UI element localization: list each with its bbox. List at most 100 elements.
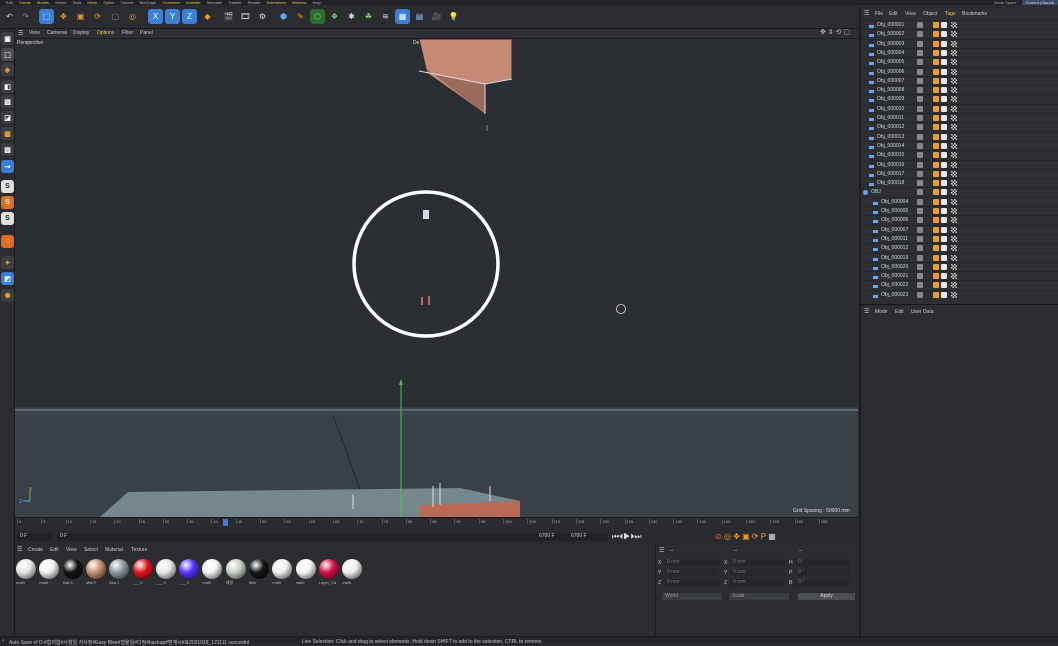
scale-icon[interactable]: ▣ [73,9,88,24]
autokey-icon[interactable]: ◎ ✥ ▣ ⟳ P [724,532,766,541]
light-icon[interactable]: 💡 [446,9,461,24]
visibility-toggle-icon[interactable] [917,133,923,140]
rotate-icon[interactable]: ⟳ [90,9,105,24]
visibility-toggle-icon[interactable] [917,40,923,47]
object-mode-icon[interactable]: ▧ [1,95,14,108]
obj-menu-tags[interactable]: Tags [945,11,956,17]
obj-menu-object[interactable]: Object [923,11,937,17]
material-tag-icon[interactable] [941,161,947,168]
texture-tag-icon[interactable] [951,124,957,131]
material-tag-icon[interactable] [941,142,947,149]
material-tag-icon[interactable] [941,198,947,205]
phong-tag-icon[interactable] [933,217,939,224]
current-frame-field[interactable]: 0 F [17,533,52,541]
phong-tag-icon[interactable] [933,291,939,298]
phong-tag-icon[interactable] [933,282,939,289]
texture-tag-icon[interactable] [951,208,957,214]
visibility-toggle-icon[interactable] [917,115,923,121]
material-tag-icon[interactable] [941,263,947,270]
mat-menu-select[interactable]: Select [84,547,98,553]
object-name[interactable]: Obj_000013 [877,134,904,140]
phong-tag-icon[interactable] [933,208,939,214]
phong-tag-icon[interactable] [933,142,939,149]
solo-icon[interactable]: S [1,212,14,225]
object-row[interactable]: Obj_000004 [861,47,1058,57]
texture-tag-icon[interactable] [951,152,957,159]
pen-spline-icon[interactable]: ✎ [293,9,308,24]
object-row[interactable]: Obj_000002 [861,29,1058,38]
object-name[interactable]: Obj_000017 [877,171,904,177]
visibility-toggle-icon[interactable] [917,170,923,177]
visibility-toggle-icon[interactable] [917,87,923,94]
material-tag-icon[interactable] [941,49,947,56]
viewport-hamburger-icon[interactable]: ☰ [18,30,23,37]
visibility-toggle-icon[interactable] [917,124,923,131]
phong-tag-icon[interactable] [933,273,939,280]
timeline-ruler[interactable]: 0 5 10 15 20 25 30 35 40 45 50 55 60 65 70 75 80 85 90 95 10… [15,519,858,527]
object-name[interactable]: Obj_000023 [881,292,908,298]
object-name[interactable]: Obj_000003 [877,41,904,47]
record-icon[interactable]: ⊘ [715,532,722,541]
texture-tag-icon[interactable] [951,22,957,28]
start-frame-field[interactable]: 0 F [57,533,577,541]
camera-icon[interactable]: 🎥 [429,9,444,24]
apply-button[interactable]: Apply [798,593,855,600]
coord-value-field[interactable]: 0 ° [795,569,850,576]
object-name[interactable]: Obj_000004 [881,199,908,205]
texture-tag-icon[interactable] [951,77,957,84]
material-hamburger-icon[interactable]: ☰ [17,546,22,553]
material-swatch[interactable]: Mat [249,559,270,586]
coord-value-field[interactable]: 0 mm [664,569,719,576]
phong-tag-icon[interactable] [933,226,939,233]
object-name[interactable]: Obj_000015 [877,152,904,158]
coord-mode-dropdown[interactable]: Scale [729,593,789,600]
object-row[interactable]: Obj_000014 [861,140,1058,150]
visibility-toggle-icon[interactable] [917,189,923,196]
visibility-toggle-icon[interactable] [917,31,923,38]
object-name[interactable]: Obj_000021 [881,273,908,279]
texture-tag-icon[interactable] [951,115,957,121]
viewport-menu-panel[interactable]: Panel [140,30,153,36]
object-row[interactable]: Obj_000010 [861,103,1058,113]
visibility-toggle-icon[interactable] [917,208,923,214]
material-tag-icon[interactable] [941,273,947,280]
visibility-toggle-icon[interactable] [917,263,923,270]
coord-value-field[interactable]: 0 ° [795,579,850,586]
playback-controls[interactable]: ⏮⏴▶⏵⏭ [612,532,642,542]
phong-tag-icon[interactable] [933,59,939,66]
visibility-toggle-icon[interactable] [917,105,923,112]
material-tag-icon[interactable] [941,291,947,298]
phong-tag-icon[interactable] [933,77,939,84]
visibility-toggle-icon[interactable] [917,254,923,261]
quantize-icon[interactable]: ✺ [1,289,14,302]
object-name[interactable]: Obj_000008 [877,87,904,93]
viewport-menu-view[interactable]: View [29,30,40,36]
material-tag-icon[interactable] [941,105,947,112]
material-tag-icon[interactable] [941,59,947,66]
material-tag-icon[interactable] [941,226,947,233]
object-name[interactable]: Obj_000018 [877,180,904,186]
phong-tag-icon[interactable] [933,105,939,112]
material-tag-icon[interactable] [941,170,947,177]
floor-icon[interactable]: ▦ [395,9,410,24]
last-tool-icon[interactable]: ▢ [108,9,123,24]
attr-hamburger-icon[interactable]: ☰ [864,308,869,315]
object-row[interactable]: Obj_000017 [861,168,1058,178]
object-row[interactable]: Obj_000007 [861,75,1058,85]
material-tag-icon[interactable] [941,115,947,121]
object-row[interactable]: Obj_000023 [861,289,1058,299]
phong-tag-icon[interactable] [933,245,939,252]
object-name[interactable]: Obj_000011 [881,236,908,242]
obj-menu-view[interactable]: View [905,11,916,17]
viewport-menu-display[interactable]: Display [73,30,89,36]
visibility-toggle-icon[interactable] [917,226,923,233]
material-tag-icon[interactable] [941,235,947,242]
live-selection-icon[interactable]: ⬚ [39,9,54,24]
object-row[interactable]: Obj_000001 [861,20,1058,29]
texture-tag-icon[interactable] [951,96,957,103]
viewport-menu-options[interactable]: Options [97,30,114,36]
texture-tag-icon[interactable] [951,198,957,205]
material-tag-icon[interactable] [941,124,947,131]
visibility-toggle-icon[interactable] [917,291,923,298]
visibility-toggle-icon[interactable] [917,282,923,289]
